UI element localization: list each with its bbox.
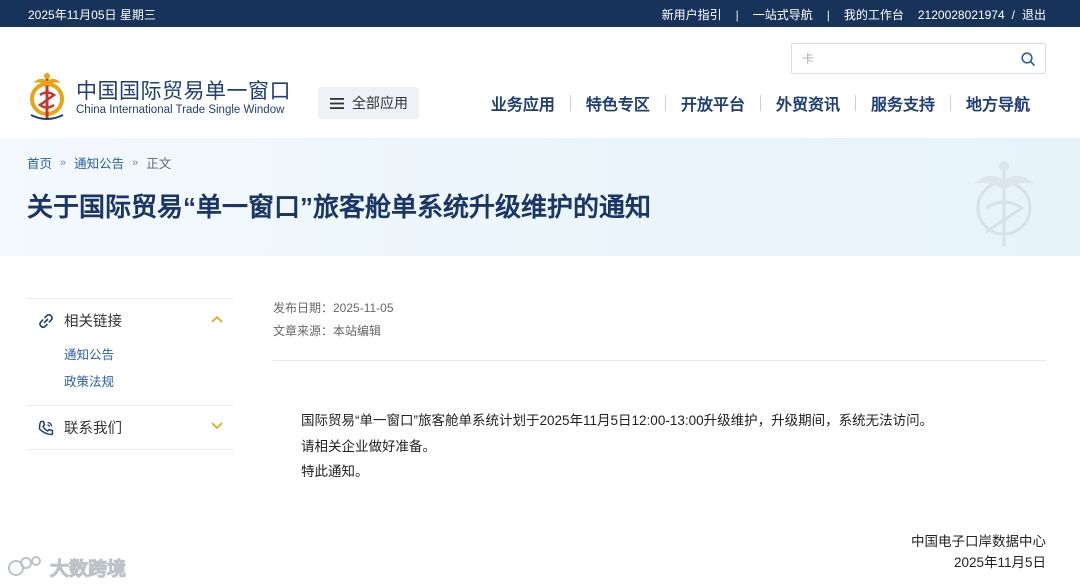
nav-featured-zone[interactable]: 特色专区	[571, 91, 665, 115]
article-paragraph: 国际贸易“单一窗口”旅客舱单系统计划于2025年11月5日12:00-13:00…	[301, 413, 934, 428]
site-header: 中国国际贸易单一窗口 China International Trade Sin…	[0, 27, 1080, 138]
nav-open-platform[interactable]: 开放平台	[666, 91, 760, 115]
article-signature: 中国电子口岸数据中心 2025年11月5日	[911, 531, 1046, 573]
top-slash: /	[1011, 7, 1015, 22]
top-separator: |	[826, 7, 830, 22]
phone-icon	[38, 420, 54, 435]
article-paragraph: 特此通知。	[301, 464, 369, 479]
all-apps-label: 全部应用	[352, 95, 408, 111]
nav-service-support[interactable]: 服务支持	[856, 91, 950, 115]
search-box	[791, 43, 1046, 74]
logo-title-cn[interactable]: 中国国际贸易单一窗口	[76, 75, 291, 105]
sidebar-link-notices[interactable]: 通知公告	[27, 342, 233, 369]
breadcrumb-notices[interactable]: 通知公告	[74, 153, 124, 172]
chevron-up-icon[interactable]	[211, 315, 223, 323]
link-icon	[39, 313, 53, 328]
nav-local-navigation[interactable]: 地方导航	[951, 91, 1046, 115]
page-title: 关于国际贸易“单一窗口”旅客舱单系统升级维护的通知	[27, 192, 652, 222]
sidebar-section-label: 联系我们	[64, 421, 122, 437]
top-separator: |	[735, 7, 739, 22]
title-banner: 首页 » 通知公告 » 正文 关于国际贸易“单一窗口”旅客舱单系统升级维护的通知	[0, 138, 1080, 256]
signature-date: 2025年11月5日	[953, 555, 1046, 570]
breadcrumb-home[interactable]: 首页	[27, 153, 52, 172]
top-links: 新用户指引 | 一站式导航 | 我的工作台 2120028021974 / 退出	[662, 6, 1046, 23]
breadcrumb-current: 正文	[146, 157, 172, 171]
breadcrumb-arrow: »	[132, 156, 139, 169]
new-user-guide-link[interactable]: 新用户指引	[662, 6, 722, 23]
sidebar-section-contact-us[interactable]: 联系我们	[27, 406, 233, 449]
search-input[interactable]	[802, 44, 1012, 73]
article-body: 国际贸易“单一窗口”旅客舱单系统计划于2025年11月5日12:00-13:00…	[301, 408, 933, 485]
menu-icon	[330, 97, 344, 109]
nav-business-apps[interactable]: 业务应用	[476, 91, 570, 115]
watermark-text: 大数跨境	[50, 557, 126, 580]
one-stop-nav-link[interactable]: 一站式导航	[753, 6, 813, 23]
sidebar-section-label: 相关链接	[64, 314, 122, 330]
user-account-id[interactable]: 2120028021974	[918, 8, 1005, 22]
watermark-logo-icon: 大数跨境	[8, 556, 126, 580]
article-meta: 发布日期：2025-11-05 文章来源：本站编辑	[273, 297, 394, 343]
all-apps-button[interactable]: 全部应用	[318, 87, 419, 119]
chevron-down-icon[interactable]	[211, 422, 223, 430]
article-divider	[273, 360, 1046, 361]
sidebar-divider	[27, 449, 233, 450]
article-source: 文章来源：本站编辑	[273, 324, 382, 338]
signature-org: 中国电子口岸数据中心	[911, 534, 1046, 549]
search-icon[interactable]	[1021, 52, 1035, 66]
sidebar-section-related-links[interactable]: 相关链接	[27, 299, 233, 342]
sidebar-link-policies[interactable]: 政策法规	[27, 369, 233, 396]
sidebar: 相关链接 通知公告 政策法规 联系我们	[27, 298, 233, 450]
breadcrumb: 首页 » 通知公告 » 正文	[27, 153, 171, 172]
logout-link[interactable]: 退出	[1022, 6, 1046, 23]
top-bar: 2025年11月05日 星期三 新用户指引 | 一站式导航 | 我的工作台 21…	[0, 0, 1080, 27]
my-workbench-link[interactable]: 我的工作台	[844, 6, 904, 23]
publish-date: 发布日期：2025-11-05	[273, 301, 394, 315]
logo-title-en[interactable]: China International Trade Single Window	[76, 104, 284, 116]
breadcrumb-arrow: »	[60, 156, 67, 169]
current-date: 2025年11月05日 星期三	[28, 8, 156, 22]
main-nav: 业务应用 特色专区 开放平台 外贸资讯 服务支持 地方导航	[476, 91, 1046, 115]
emblem-watermark-icon	[974, 161, 1034, 246]
single-window-logo-icon[interactable]	[27, 71, 67, 123]
article-paragraph: 请相关企业做好准备。	[301, 438, 436, 454]
nav-trade-news[interactable]: 外贸资讯	[761, 91, 855, 115]
